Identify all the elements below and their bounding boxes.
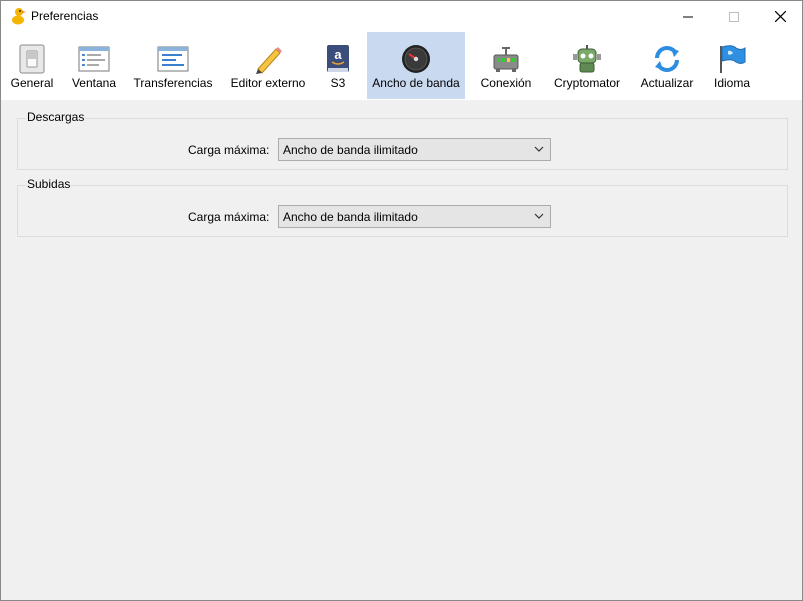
title-bar: Preferencias: [1, 1, 802, 32]
tab-editor-externo[interactable]: Editor externo: [225, 32, 311, 99]
gauge-icon: [402, 45, 430, 73]
uploads-max-select[interactable]: Ancho de banda ilimitado: [278, 205, 551, 228]
close-icon: [774, 11, 786, 22]
s3-book-icon: a: [327, 45, 349, 72]
window-icon: [78, 46, 110, 72]
minimize-button[interactable]: [665, 1, 711, 32]
chevron-down-icon: [534, 213, 544, 219]
robot-icon: [573, 45, 601, 73]
tab-label: Ventana: [71, 76, 117, 90]
uploads-max-value: Ancho de banda ilimitado: [283, 210, 418, 224]
bandwidth-panel: Descargas Carga máxima: Ancho de banda i…: [1, 100, 802, 600]
uploads-group-title: Subidas: [26, 177, 72, 191]
duck-app-icon: [12, 8, 26, 25]
maximize-button: [711, 1, 757, 32]
tab-conexion[interactable]: Conexión: [475, 32, 537, 99]
tab-idioma[interactable]: Idioma: [707, 32, 757, 99]
pencil-icon: [256, 47, 282, 74]
downloads-max-value: Ancho de banda ilimitado: [283, 143, 418, 157]
uploads-group: Subidas Carga máxima: Ancho de banda ili…: [17, 177, 788, 237]
chevron-down-icon: [534, 146, 544, 152]
window-title: Preferencias: [31, 9, 99, 23]
downloads-max-select[interactable]: Ancho de banda ilimitado: [278, 138, 551, 161]
downloads-max-label: Carga máxima:: [188, 143, 270, 157]
tab-label: Editor externo: [230, 76, 306, 90]
tab-cryptomator[interactable]: Cryptomator: [547, 32, 627, 99]
transfers-icon: [157, 46, 189, 72]
tab-label: Actualizar: [640, 76, 694, 90]
uploads-max-label: Carga máxima:: [188, 210, 270, 224]
tab-label: Transferencias: [133, 76, 213, 90]
tab-ventana[interactable]: Ventana: [67, 32, 121, 99]
svg-text:a: a: [334, 47, 342, 62]
tab-label: Cryptomator: [553, 76, 621, 90]
maximize-icon: [729, 11, 739, 22]
switch-icon: [19, 44, 45, 74]
tab-s3[interactable]: a S3: [319, 32, 357, 99]
preferences-window: Preferencias General Ventana Transferenc…: [0, 0, 803, 601]
downloads-group: Descargas Carga máxima: Ancho de banda i…: [17, 110, 788, 170]
tab-actualizar[interactable]: Actualizar: [637, 32, 697, 99]
tab-label: Ancho de banda: [372, 76, 460, 90]
preferences-toolbar: General Ventana Transferencias Editor ex…: [1, 32, 802, 100]
tab-label: General: [10, 76, 54, 90]
tab-ancho-de-banda[interactable]: Ancho de banda: [367, 32, 465, 99]
downloads-group-title: Descargas: [26, 110, 86, 124]
tab-general[interactable]: General: [5, 32, 59, 99]
tab-label: Conexión: [480, 76, 532, 90]
refresh-icon: [655, 46, 679, 72]
tab-transferencias[interactable]: Transferencias: [131, 32, 215, 99]
close-button[interactable]: [757, 1, 803, 32]
minimize-icon: [683, 16, 693, 17]
network-icon: [493, 47, 519, 72]
tab-label: Idioma: [713, 76, 751, 90]
tab-label: S3: [330, 76, 346, 90]
flag-icon: [720, 45, 746, 73]
